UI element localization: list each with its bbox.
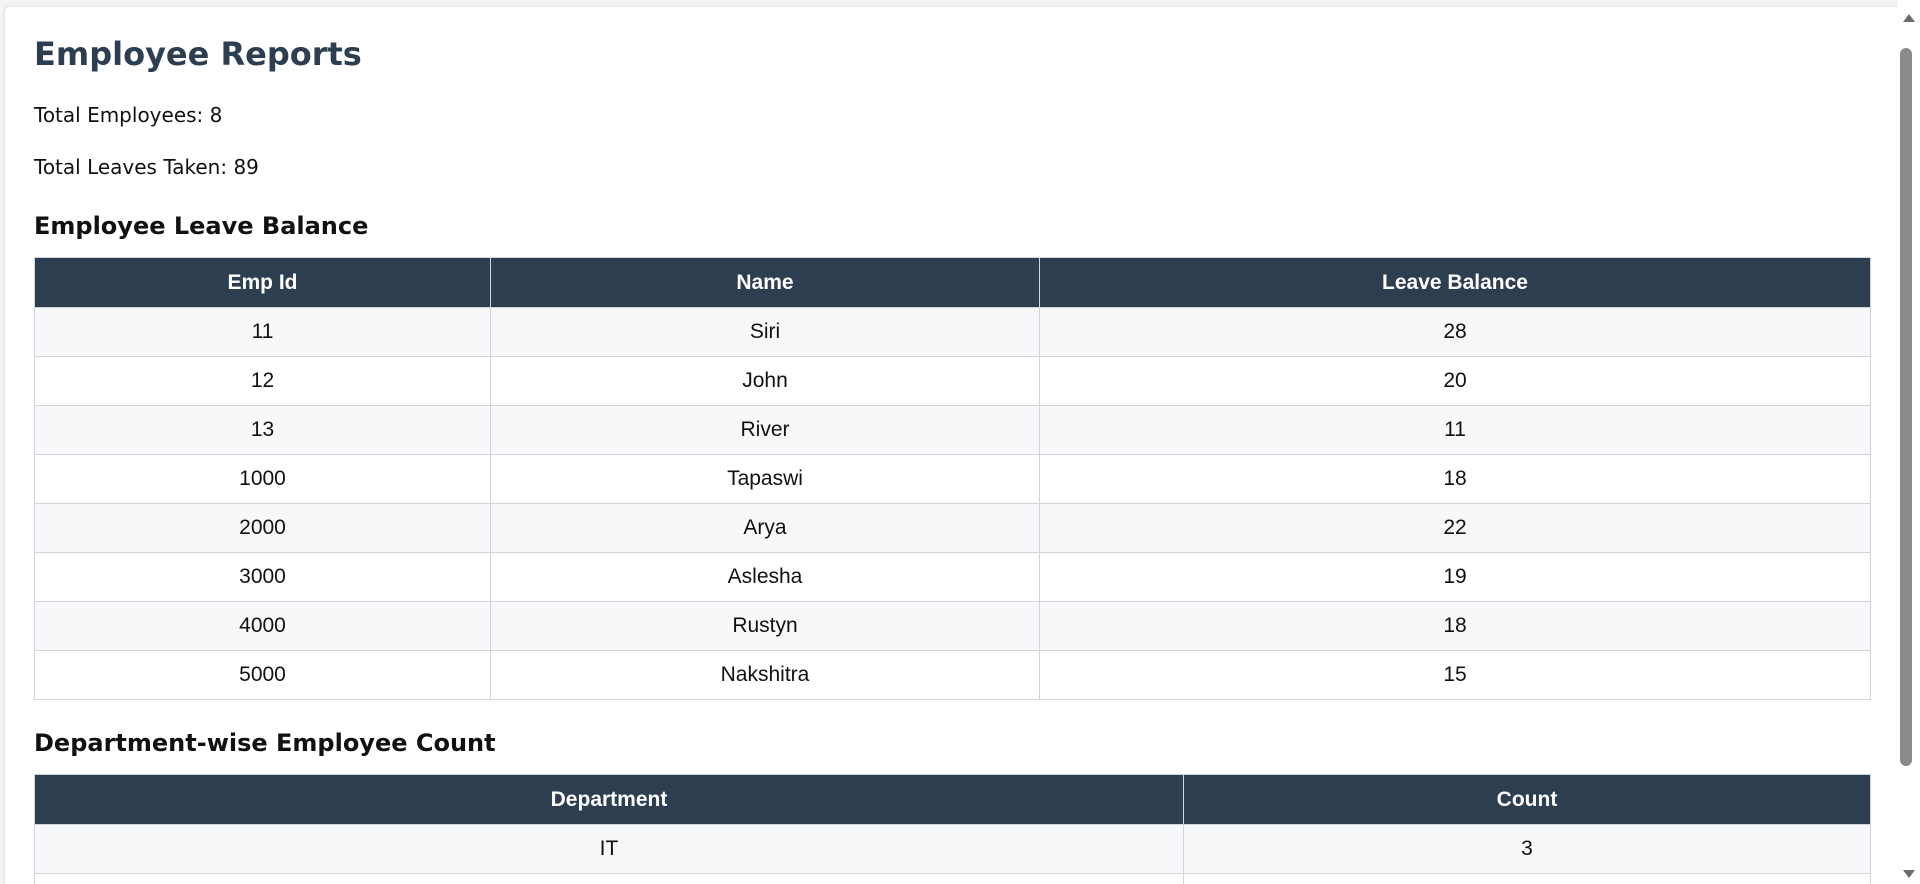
column-header-count: Count bbox=[1183, 774, 1871, 825]
total-employees-stat: Total Employees: 8 bbox=[34, 103, 223, 127]
name-cell: Arya bbox=[490, 503, 1040, 553]
leave-balance-cell: 19 bbox=[1039, 552, 1871, 602]
viewport: Employee Reports Total Employees: 8 Tota… bbox=[0, 0, 1920, 884]
table-row: 12 John 20 bbox=[34, 356, 1871, 406]
leave-balance-cell: 18 bbox=[1039, 601, 1871, 651]
emp-id-cell: 4000 bbox=[34, 601, 491, 651]
emp-id-cell: 11 bbox=[34, 307, 491, 357]
table-header-row: Emp Id Name Leave Balance bbox=[34, 257, 1871, 308]
scroll-up-arrow-icon[interactable] bbox=[1903, 14, 1915, 22]
name-cell: River bbox=[490, 405, 1040, 455]
table-header-row: Department Count bbox=[34, 774, 1871, 825]
page-title: Employee Reports bbox=[34, 35, 362, 73]
column-header-leave-balance: Leave Balance bbox=[1039, 257, 1871, 308]
leave-balance-cell: 28 bbox=[1039, 307, 1871, 357]
table-row: 11 Siri 28 bbox=[34, 307, 1871, 357]
name-cell: John bbox=[490, 356, 1040, 406]
count-cell: 2 bbox=[1183, 873, 1871, 884]
emp-id-cell: 5000 bbox=[34, 650, 491, 700]
department-count-heading: Department-wise Employee Count bbox=[34, 729, 496, 757]
table-row: IT 3 bbox=[34, 824, 1871, 874]
name-cell: Tapaswi bbox=[490, 454, 1040, 504]
leave-balance-cell: 20 bbox=[1039, 356, 1871, 406]
name-cell: Nakshitra bbox=[490, 650, 1040, 700]
table-row: 3000 Aslesha 19 bbox=[34, 552, 1871, 602]
emp-id-cell: 12 bbox=[34, 356, 491, 406]
table-row: HR 2 bbox=[34, 873, 1871, 884]
leave-balance-heading: Employee Leave Balance bbox=[34, 212, 369, 240]
department-count-table: Department Count IT 3 HR 2 bbox=[34, 774, 1871, 884]
leave-balance-cell: 15 bbox=[1039, 650, 1871, 700]
name-cell: Aslesha bbox=[490, 552, 1040, 602]
department-cell: HR bbox=[34, 873, 1184, 884]
column-header-department: Department bbox=[34, 774, 1184, 825]
scrollbar-thumb[interactable] bbox=[1900, 48, 1912, 766]
column-header-emp-id: Emp Id bbox=[34, 257, 491, 308]
table-row: 13 River 11 bbox=[34, 405, 1871, 455]
emp-id-cell: 3000 bbox=[34, 552, 491, 602]
column-header-name: Name bbox=[490, 257, 1040, 308]
leave-balance-table: Emp Id Name Leave Balance 11 Siri 28 12 … bbox=[34, 257, 1871, 700]
count-cell: 3 bbox=[1183, 824, 1871, 874]
department-cell: IT bbox=[34, 824, 1184, 874]
emp-id-cell: 13 bbox=[34, 405, 491, 455]
table-row: 5000 Nakshitra 15 bbox=[34, 650, 1871, 700]
leave-balance-cell: 22 bbox=[1039, 503, 1871, 553]
report-card: Employee Reports Total Employees: 8 Tota… bbox=[4, 6, 1906, 884]
emp-id-cell: 2000 bbox=[34, 503, 491, 553]
scroll-down-arrow-icon[interactable] bbox=[1903, 870, 1915, 878]
total-leaves-stat: Total Leaves Taken: 89 bbox=[34, 155, 259, 179]
name-cell: Rustyn bbox=[490, 601, 1040, 651]
leave-balance-cell: 11 bbox=[1039, 405, 1871, 455]
table-row: 4000 Rustyn 18 bbox=[34, 601, 1871, 651]
emp-id-cell: 1000 bbox=[34, 454, 491, 504]
name-cell: Siri bbox=[490, 307, 1040, 357]
table-row: 1000 Tapaswi 18 bbox=[34, 454, 1871, 504]
table-row: 2000 Arya 22 bbox=[34, 503, 1871, 553]
leave-balance-cell: 18 bbox=[1039, 454, 1871, 504]
